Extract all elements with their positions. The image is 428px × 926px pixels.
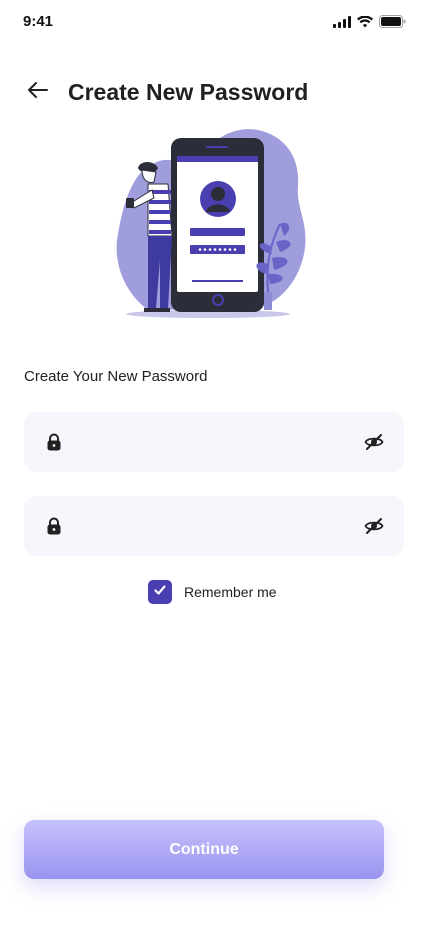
remember-checkbox[interactable] bbox=[148, 580, 172, 604]
eye-off-icon[interactable] bbox=[364, 516, 384, 541]
battery-icon bbox=[379, 15, 406, 33]
page-title: Create New Password bbox=[68, 78, 309, 105]
wifi-icon bbox=[357, 15, 373, 33]
status-bar: 9:41 bbox=[0, 0, 428, 44]
status-time: 9:41 bbox=[23, 13, 54, 30]
header: Create New Password bbox=[24, 72, 404, 112]
lock-icon bbox=[44, 516, 64, 541]
back-button[interactable] bbox=[24, 78, 52, 106]
checkmark-icon bbox=[153, 583, 167, 602]
arrow-left-icon bbox=[26, 78, 50, 107]
new-password-field[interactable] bbox=[24, 412, 404, 472]
section-label: Create Your New Password bbox=[24, 368, 208, 385]
continue-label: Continue bbox=[169, 840, 239, 858]
signal-icon bbox=[333, 15, 351, 33]
new-password-input[interactable] bbox=[74, 412, 354, 472]
remember-label: Remember me bbox=[184, 584, 277, 600]
eye-off-icon[interactable] bbox=[364, 432, 384, 457]
confirm-password-field[interactable] bbox=[24, 496, 404, 556]
status-icons bbox=[333, 15, 406, 33]
remember-me: Remember me bbox=[148, 580, 277, 604]
confirm-password-input[interactable] bbox=[74, 496, 354, 556]
lock-icon bbox=[44, 432, 64, 457]
continue-button[interactable]: Continue bbox=[24, 820, 384, 879]
password-illustration bbox=[108, 124, 320, 320]
